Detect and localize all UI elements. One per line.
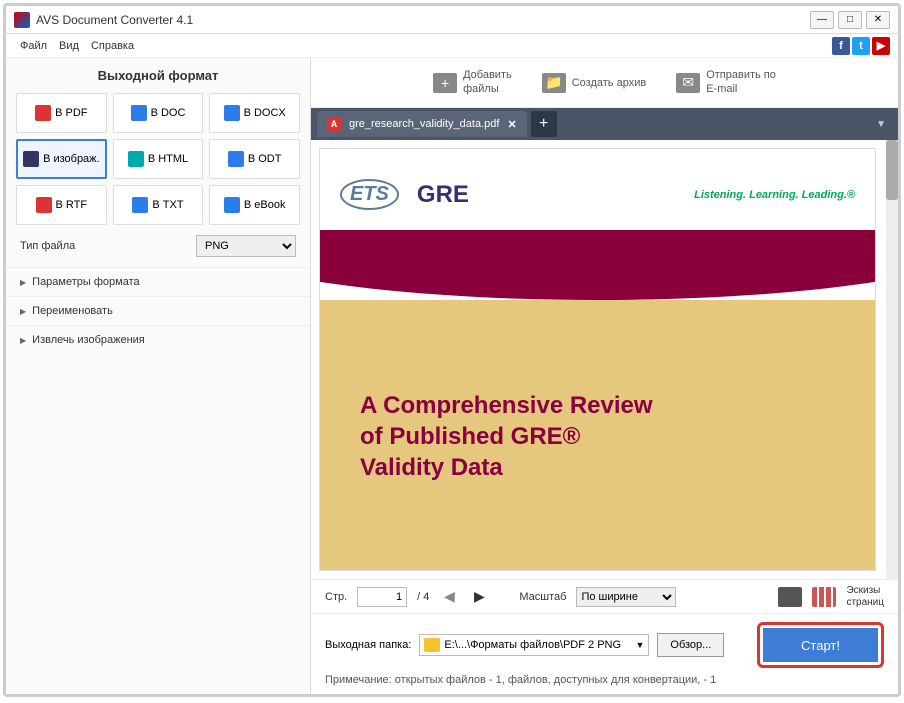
send-email-button[interactable]: ✉ Отправить поE-mail bbox=[676, 69, 776, 95]
maximize-button[interactable]: □ bbox=[838, 11, 862, 29]
filetype-label: Тип файла bbox=[20, 240, 186, 252]
menu-file[interactable]: Файл bbox=[14, 38, 53, 54]
tagline-text: Listening. Learning. Leading.® bbox=[694, 189, 855, 201]
browse-button[interactable]: Обзор... bbox=[657, 633, 724, 657]
menu-help[interactable]: Справка bbox=[85, 38, 140, 54]
tab-label: gre_research_validity_data.pdf bbox=[349, 118, 499, 130]
close-button[interactable]: ✕ bbox=[866, 11, 890, 29]
chevron-down-icon: ▼ bbox=[635, 640, 644, 650]
start-button[interactable]: Старт! bbox=[763, 628, 878, 662]
youtube-icon[interactable]: ▶ bbox=[872, 37, 890, 55]
zoom-label: Масштаб bbox=[519, 591, 566, 603]
doc-title-line: of Published GRE® bbox=[360, 421, 835, 452]
filetype-select[interactable]: PNG bbox=[196, 235, 296, 257]
sidebar: Выходной формат В PDF В DOC В DOCX В изо… bbox=[6, 58, 311, 694]
chevron-right-icon: ▶ bbox=[20, 278, 26, 287]
footer: Выходная папка: E:\...\Форматы файлов\PD… bbox=[311, 613, 898, 694]
add-tab-button[interactable]: + bbox=[531, 111, 557, 137]
folder-icon bbox=[424, 638, 440, 652]
format-docx[interactable]: В DOCX bbox=[209, 93, 300, 133]
titlebar: AVS Document Converter 4.1 — □ ✕ bbox=[6, 6, 898, 34]
prev-page-button[interactable]: ◀ bbox=[439, 587, 459, 607]
scrollbar-thumb[interactable] bbox=[886, 140, 898, 200]
format-rtf[interactable]: В RTF bbox=[16, 185, 107, 225]
panel-extract-images[interactable]: ▶Извлечь изображения bbox=[6, 325, 310, 354]
scrollbar[interactable] bbox=[886, 140, 898, 579]
status-note: Примечание: открытых файлов - 1, файлов,… bbox=[325, 674, 884, 686]
format-image[interactable]: В изображ. bbox=[16, 139, 107, 179]
sidebar-title: Выходной формат bbox=[6, 58, 310, 93]
window-title: AVS Document Converter 4.1 bbox=[36, 13, 810, 27]
format-doc[interactable]: В DOC bbox=[113, 93, 204, 133]
document-preview: ETS GRE Listening. Learning. Leading.® A… bbox=[319, 148, 876, 571]
next-page-button[interactable]: ▶ bbox=[469, 587, 489, 607]
menubar: Файл Вид Справка f t ▶ bbox=[6, 34, 898, 58]
panel-format-params[interactable]: ▶Параметры формата bbox=[6, 267, 310, 296]
add-files-button[interactable]: + Добавитьфайлы bbox=[433, 69, 512, 95]
archive-icon: 📁 bbox=[542, 73, 566, 93]
format-pdf[interactable]: В PDF bbox=[16, 93, 107, 133]
ets-logo: ETS bbox=[340, 179, 399, 210]
gre-logo: GRE bbox=[417, 181, 469, 209]
page-input[interactable] bbox=[357, 587, 407, 607]
plus-icon: + bbox=[433, 73, 457, 93]
email-icon: ✉ bbox=[676, 73, 700, 93]
panel-rename[interactable]: ▶Переименовать bbox=[6, 296, 310, 325]
output-folder-label: Выходная папка: bbox=[325, 639, 411, 651]
print-icon[interactable] bbox=[778, 587, 802, 607]
page-label: Стр. bbox=[325, 591, 347, 603]
pager: Стр. / 4 ◀ ▶ Масштаб По ширине Эскизыстр… bbox=[311, 579, 898, 613]
zoom-select[interactable]: По ширине bbox=[576, 587, 676, 607]
tab-close-button[interactable]: ✕ bbox=[507, 118, 516, 131]
twitter-icon[interactable]: t bbox=[852, 37, 870, 55]
format-html[interactable]: В HTML bbox=[113, 139, 204, 179]
toolbar: + Добавитьфайлы 📁 Создать архив ✉ Отправ… bbox=[311, 58, 898, 108]
menu-view[interactable]: Вид bbox=[53, 38, 85, 54]
output-folder-input[interactable]: E:\...\Форматы файлов\PDF 2 PNG ▼ bbox=[419, 634, 649, 656]
doc-title-line: A Comprehensive Review bbox=[360, 390, 835, 421]
thumbnails-icon[interactable] bbox=[812, 587, 836, 607]
chevron-right-icon: ▶ bbox=[20, 336, 26, 345]
minimize-button[interactable]: — bbox=[810, 11, 834, 29]
format-txt[interactable]: В TXT bbox=[113, 185, 204, 225]
pdf-icon: A bbox=[327, 117, 341, 131]
format-ebook[interactable]: В eBook bbox=[209, 185, 300, 225]
doc-title-line: Validity Data bbox=[360, 452, 835, 483]
tab-menu-button[interactable]: ▼ bbox=[870, 119, 892, 130]
app-icon bbox=[14, 12, 30, 28]
chevron-right-icon: ▶ bbox=[20, 307, 26, 316]
tabbar: A gre_research_validity_data.pdf ✕ + ▼ bbox=[311, 108, 898, 140]
format-odt[interactable]: В ODT bbox=[209, 139, 300, 179]
create-archive-button[interactable]: 📁 Создать архив bbox=[542, 73, 646, 93]
facebook-icon[interactable]: f bbox=[832, 37, 850, 55]
document-tab[interactable]: A gre_research_validity_data.pdf ✕ bbox=[317, 111, 527, 137]
page-total: / 4 bbox=[417, 591, 429, 603]
